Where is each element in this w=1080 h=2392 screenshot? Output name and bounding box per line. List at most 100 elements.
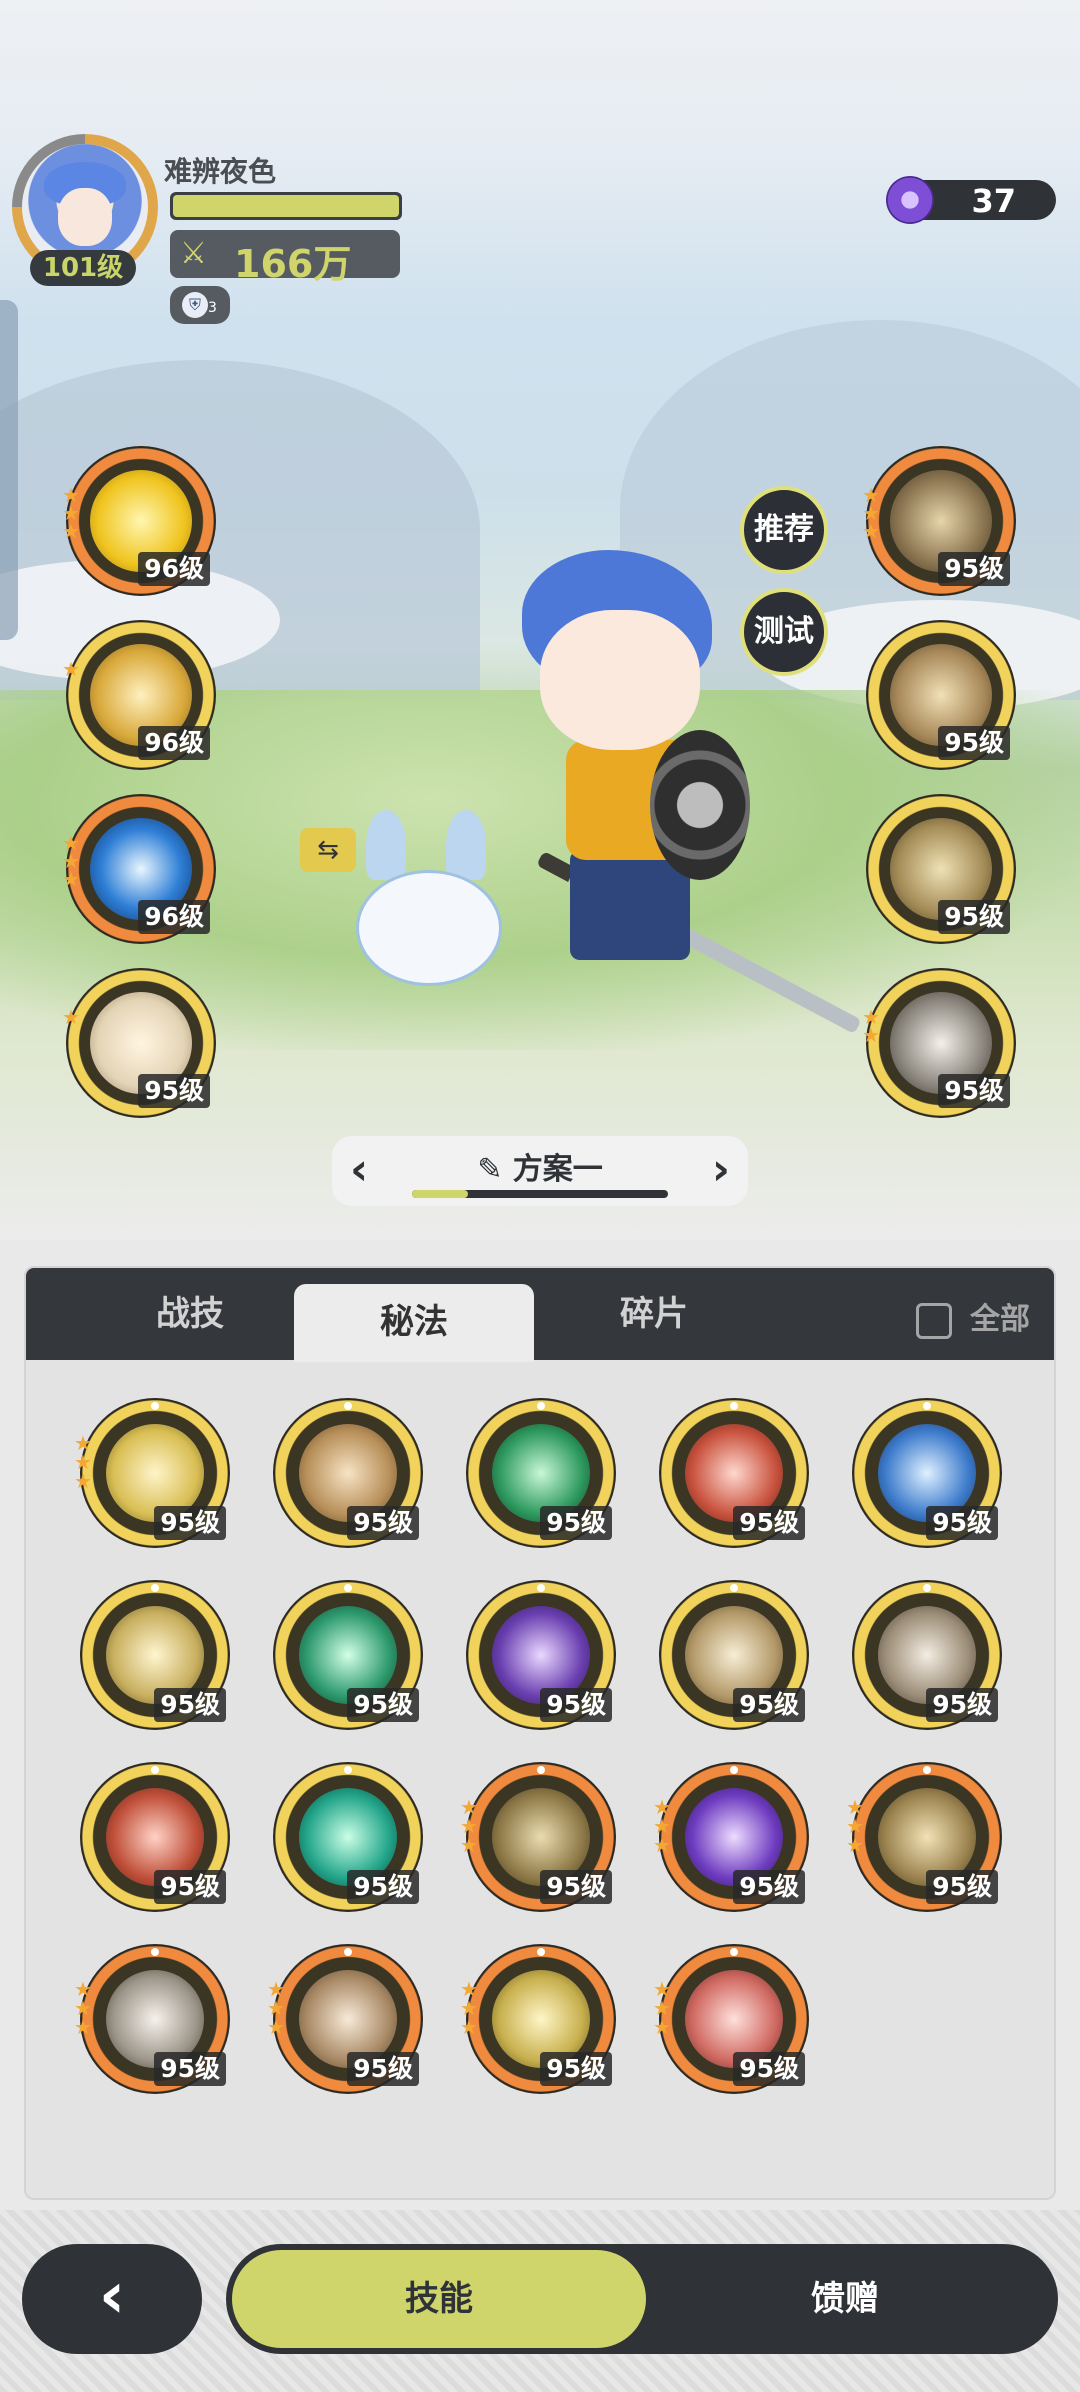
- skill-grid-item[interactable]: 95级: [80, 1762, 230, 1912]
- shield-count: 3: [208, 300, 217, 316]
- bottom-nav: ‹ 技能 馈赠: [0, 2210, 1080, 2392]
- right-skill-slot[interactable]: 95级: [866, 794, 1016, 944]
- skill-grid-item[interactable]: ★ ★ ★ 95级: [74, 1944, 230, 2094]
- gift-tab-button[interactable]: 馈赠: [638, 2250, 1052, 2348]
- combat-power: ⚔ 166万: [170, 230, 400, 286]
- skill-grid-item[interactable]: 95级: [273, 1580, 423, 1730]
- star-rating: ★ ★ ★: [653, 1977, 671, 2039]
- back-button[interactable]: ‹: [22, 2244, 202, 2354]
- tab-fragments[interactable]: 碎片: [534, 1268, 774, 1360]
- skill-grid-item[interactable]: ★ ★ ★ 95级: [74, 1398, 230, 1548]
- indicator-dot: [923, 1402, 931, 1410]
- right-skill-slot[interactable]: ★ ★ 95级: [862, 968, 1016, 1118]
- indicator-dot: [344, 1766, 352, 1774]
- star-rating: ★ ★ ★: [846, 1795, 864, 1857]
- skill-grid-item[interactable]: 95级: [273, 1762, 423, 1912]
- skill-grid-item[interactable]: ★ ★ ★ 95级: [653, 1944, 809, 2094]
- indicator-dot: [151, 1584, 159, 1592]
- left-skill-slot[interactable]: ★ 95级: [62, 968, 216, 1118]
- skill-level: 95级: [938, 552, 1010, 586]
- skill-level: 95级: [154, 1506, 226, 1540]
- back-arrow-icon: ‹: [98, 2259, 126, 2333]
- star-rating: ★: [62, 657, 80, 681]
- plan-name: 方案一: [512, 1152, 603, 1187]
- skill-grid-item[interactable]: 95级: [852, 1398, 1002, 1548]
- right-skill-slot[interactable]: 95级: [866, 620, 1016, 770]
- skill-grid-item[interactable]: ★ ★ ★ 95级: [846, 1762, 1002, 1912]
- skill-level: 95级: [733, 1506, 805, 1540]
- combat-power-value: 166万: [234, 242, 352, 286]
- star-rating: ★ ★ ★: [74, 1431, 92, 1493]
- skill-level: 95级: [347, 1688, 419, 1722]
- indicator-dot: [730, 1948, 738, 1956]
- tab-secret-arts[interactable]: 秘法: [294, 1284, 534, 1362]
- indicator-dot: [730, 1766, 738, 1774]
- right-skill-slot[interactable]: ★ ★ ★ 95级: [862, 446, 1016, 596]
- indicator-dot: [151, 1948, 159, 1956]
- indicator-dot: [537, 1402, 545, 1410]
- indicator-dot: [730, 1584, 738, 1592]
- left-skill-slot[interactable]: ★ ★ ★ 96级: [62, 446, 216, 596]
- skill-grid-item[interactable]: 95级: [466, 1580, 616, 1730]
- star-rating: ★ ★ ★: [653, 1795, 671, 1857]
- skill-level: 95级: [347, 2052, 419, 2086]
- skill-grid-item[interactable]: ★ ★ ★ 95级: [653, 1762, 809, 1912]
- star-rating: ★ ★ ★: [267, 1977, 285, 2039]
- skill-grid-item[interactable]: 95级: [659, 1398, 809, 1548]
- indicator-dot: [344, 1402, 352, 1410]
- star-rating: ★ ★ ★: [862, 483, 880, 543]
- skill-level: 96级: [138, 552, 210, 586]
- skill-grid-item[interactable]: ★ ★ ★ 95级: [460, 1762, 616, 1912]
- skill-grid-item[interactable]: 95级: [80, 1580, 230, 1730]
- swap-pet-icon[interactable]: ⇆: [300, 828, 356, 872]
- star-rating: ★ ★ ★: [460, 1977, 478, 2039]
- skill-level: 95级: [347, 1506, 419, 1540]
- skill-level: 95级: [154, 1870, 226, 1904]
- skill-grid-item[interactable]: 95级: [659, 1580, 809, 1730]
- shield-icon: ⛨: [182, 292, 208, 318]
- skill-level: 95级: [733, 1870, 805, 1904]
- skill-level: 95级: [154, 2052, 226, 2086]
- chevron-right-icon[interactable]: ›: [712, 1144, 730, 1195]
- skill-level: 96级: [138, 726, 210, 760]
- left-skill-slot[interactable]: ★ ★ ★ 96级: [62, 794, 216, 944]
- skill-grid-item[interactable]: ★ ★ ★ 95级: [267, 1944, 423, 2094]
- show-all-toggle[interactable]: 全部: [916, 1294, 1030, 1339]
- skill-level: 95级: [938, 900, 1010, 934]
- indicator-dot: [151, 1402, 159, 1410]
- skill-level: 95级: [926, 1870, 998, 1904]
- tab-bar: 战技 秘法 碎片 全部: [26, 1268, 1054, 1362]
- side-drawer-handle[interactable]: [0, 300, 18, 640]
- indicator-dot: [344, 1584, 352, 1592]
- skill-level: 95级: [540, 1688, 612, 1722]
- skill-level: 95级: [926, 1506, 998, 1540]
- skill-grid-item[interactable]: 95级: [852, 1580, 1002, 1730]
- skill-level: 95级: [733, 1688, 805, 1722]
- plan-label-wrap[interactable]: ✎ 方案一: [332, 1144, 748, 1188]
- skills-tab-button[interactable]: 技能: [232, 2250, 646, 2348]
- skill-grid-item[interactable]: ★ ★ ★ 95级: [460, 1944, 616, 2094]
- show-all-label: 全部: [970, 1302, 1030, 1337]
- skill-grid-item[interactable]: 95级: [273, 1398, 423, 1548]
- player-name: 难辨夜色: [164, 155, 277, 188]
- star-rating: ★: [62, 1005, 80, 1029]
- skill-level: 95级: [733, 2052, 805, 2086]
- skill-grid-item[interactable]: 95级: [466, 1398, 616, 1548]
- star-rating: ★ ★ ★: [460, 1795, 478, 1857]
- segmented-control: 技能 馈赠: [226, 2244, 1058, 2354]
- tab-combat-skills[interactable]: 战技: [70, 1268, 310, 1360]
- indicator-dot: [344, 1948, 352, 1956]
- indicator-dot: [537, 1584, 545, 1592]
- indicator-dot: [537, 1948, 545, 1956]
- crossed-swords-icon: ⚔: [180, 236, 207, 271]
- star-rating: ★ ★ ★: [62, 483, 80, 543]
- shield-badge[interactable]: ⛨ 3: [170, 286, 230, 324]
- player-hp-bar: [170, 192, 402, 220]
- left-skill-slot[interactable]: ★ 96级: [62, 620, 216, 770]
- checkbox[interactable]: [916, 1302, 952, 1339]
- currency-display[interactable]: 37: [886, 176, 1056, 224]
- edit-pencil-icon: ✎: [477, 1152, 513, 1187]
- skill-level: 95级: [347, 1870, 419, 1904]
- skill-panel: 战技 秘法 碎片 全部 ★ ★ ★ 95级 95级 95级 95级 95级 95级 95级 95级 9…: [24, 1266, 1056, 2200]
- skill-level: 95级: [540, 1870, 612, 1904]
